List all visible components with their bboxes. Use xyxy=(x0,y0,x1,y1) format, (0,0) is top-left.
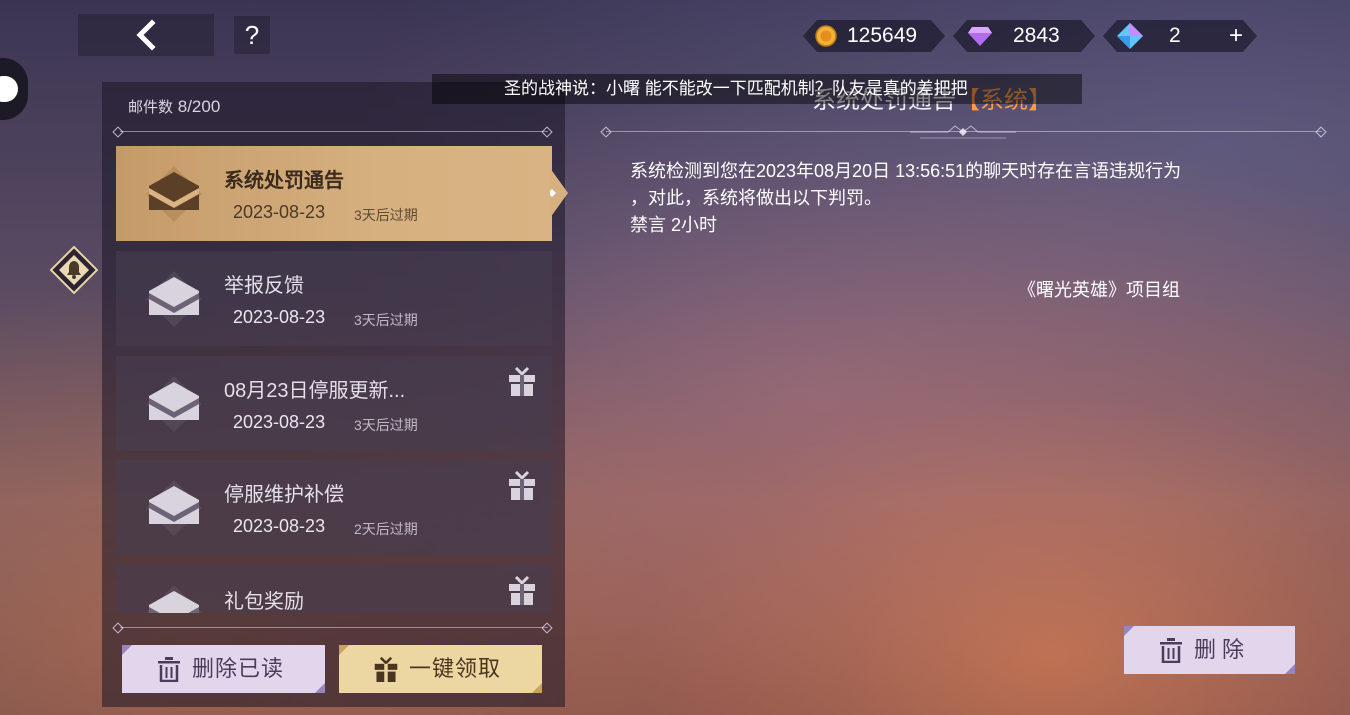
delete-read-button[interactable]: 删除已读 xyxy=(122,645,325,693)
mail-expiry: 3天后过期 xyxy=(354,312,418,328)
mail-title: 礼包奖励 xyxy=(224,591,304,613)
mail-expiry: 3天后过期 xyxy=(354,207,418,223)
envelope-icon xyxy=(146,271,202,327)
mail-detail-body: 系统检测到您在2023年08月20日 13:56:51的聊天时存在言语违规行为 … xyxy=(630,158,1320,239)
envelope-icon xyxy=(146,585,202,613)
mail-title: 08月23日停服更新... xyxy=(224,380,406,402)
trash-icon xyxy=(158,657,180,682)
mail-expiry: 2天后过期 xyxy=(354,521,418,537)
gift-icon xyxy=(509,366,535,396)
button-corner xyxy=(122,645,132,655)
add-crystal-button[interactable]: + xyxy=(1229,20,1243,52)
gift-icon xyxy=(509,575,535,605)
mail-date: 2023-08-23 xyxy=(233,516,326,536)
delete-label: 删除 xyxy=(1194,637,1251,662)
bell-icon xyxy=(49,245,99,295)
divider-center-ornament xyxy=(910,125,1016,139)
mail-item[interactable]: 停服维护补偿 2023-08-23 2天后过期 xyxy=(116,460,552,555)
body-line: 系统检测到您在2023年08月20日 13:56:51的聊天时存在言语违规行为 xyxy=(630,161,1182,181)
side-toggle-button[interactable] xyxy=(0,58,28,120)
list-bottom-divider xyxy=(120,627,548,628)
crystal-currency: 2 + xyxy=(1103,20,1257,52)
mail-title: 举报反馈 xyxy=(224,275,304,297)
gold-currency: 125649 xyxy=(803,20,945,52)
body-line: 禁言 2小时 xyxy=(630,215,718,235)
claim-all-button[interactable]: 一键领取 xyxy=(339,645,542,693)
help-button[interactable]: ? xyxy=(234,16,270,54)
claim-all-label: 一键领取 xyxy=(409,656,502,681)
gem-currency: 2843 xyxy=(953,20,1095,52)
side-toggle-dot xyxy=(0,76,18,102)
crystal-value: 2 xyxy=(1169,24,1181,47)
list-top-divider xyxy=(120,131,548,132)
mail-item[interactable]: 礼包奖励 xyxy=(116,565,552,613)
mail-date: 2023-08-23 xyxy=(233,202,326,222)
body-line: ，对此，系统将做出以下判罚。 xyxy=(630,188,882,208)
purple-gem-icon xyxy=(967,25,993,47)
chat-marquee: 圣的战神说：小曙 能不能改一下匹配机制？队友是真的差把把 xyxy=(432,74,1082,104)
envelope-icon xyxy=(146,480,202,536)
mail-count-value: 8/200 xyxy=(177,97,221,116)
gem-value: 2843 xyxy=(1013,24,1060,47)
envelope-icon xyxy=(146,166,202,222)
blue-crystal-icon xyxy=(1117,23,1143,49)
chevron-left-icon xyxy=(136,19,156,51)
back-button[interactable] xyxy=(120,14,170,56)
mail-signature: 《曙光英雄》项目组 xyxy=(1018,280,1180,300)
mail-date: 2023-08-23 xyxy=(233,412,326,432)
button-corner xyxy=(532,683,542,693)
mail-title: 停服维护补偿 xyxy=(224,484,344,506)
gold-value: 125649 xyxy=(847,24,918,47)
divider-ornament xyxy=(600,126,612,138)
gold-coin-icon xyxy=(815,25,837,47)
selected-arrow-icon xyxy=(550,168,568,218)
mail-count-label: 邮件数 xyxy=(128,99,174,116)
mail-item[interactable]: 08月23日停服更新... 2023-08-23 3天后过期 xyxy=(116,356,552,451)
notification-tab[interactable] xyxy=(49,245,99,295)
mail-item[interactable]: 举报反馈 2023-08-23 3天后过期 xyxy=(116,251,552,346)
mail-title: 系统处罚通告 xyxy=(224,170,344,192)
button-corner xyxy=(339,645,349,655)
divider-ornament xyxy=(1315,126,1327,138)
mail-list-clip: 礼包奖励 xyxy=(116,565,552,613)
gift-icon xyxy=(374,656,398,682)
envelope-icon xyxy=(146,376,202,432)
mail-date: 2023-08-23 xyxy=(233,307,326,327)
delete-button[interactable]: 删除 xyxy=(1124,626,1295,674)
mail-item-selected[interactable]: 系统处罚通告 2023-08-23 3天后过期 xyxy=(116,146,552,241)
mail-expiry: 3天后过期 xyxy=(354,417,418,433)
trash-icon xyxy=(1160,638,1182,663)
gift-icon xyxy=(509,470,535,500)
button-corner xyxy=(1285,664,1295,674)
button-corner xyxy=(315,683,325,693)
mail-count: 邮件数 8/200 xyxy=(128,96,220,117)
delete-read-label: 删除已读 xyxy=(192,656,285,681)
button-corner xyxy=(1124,626,1134,636)
